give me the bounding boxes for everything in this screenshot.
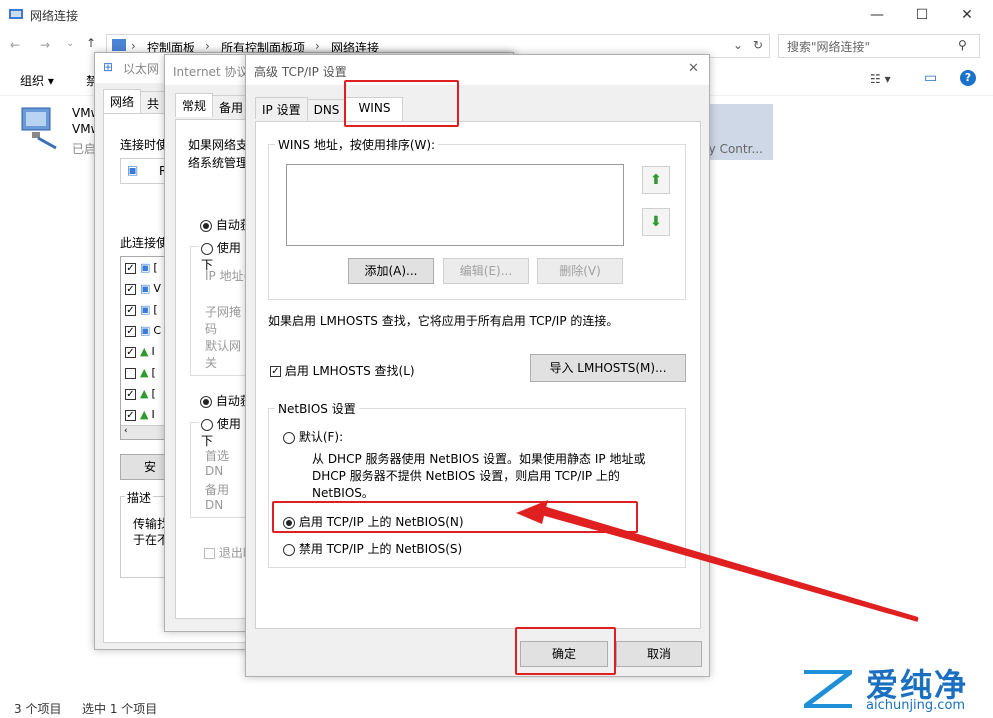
watermark-url: aichunjing.com (866, 698, 966, 713)
watermark-logo-icon (798, 664, 858, 712)
annotation-arrow-icon (516, 500, 919, 622)
